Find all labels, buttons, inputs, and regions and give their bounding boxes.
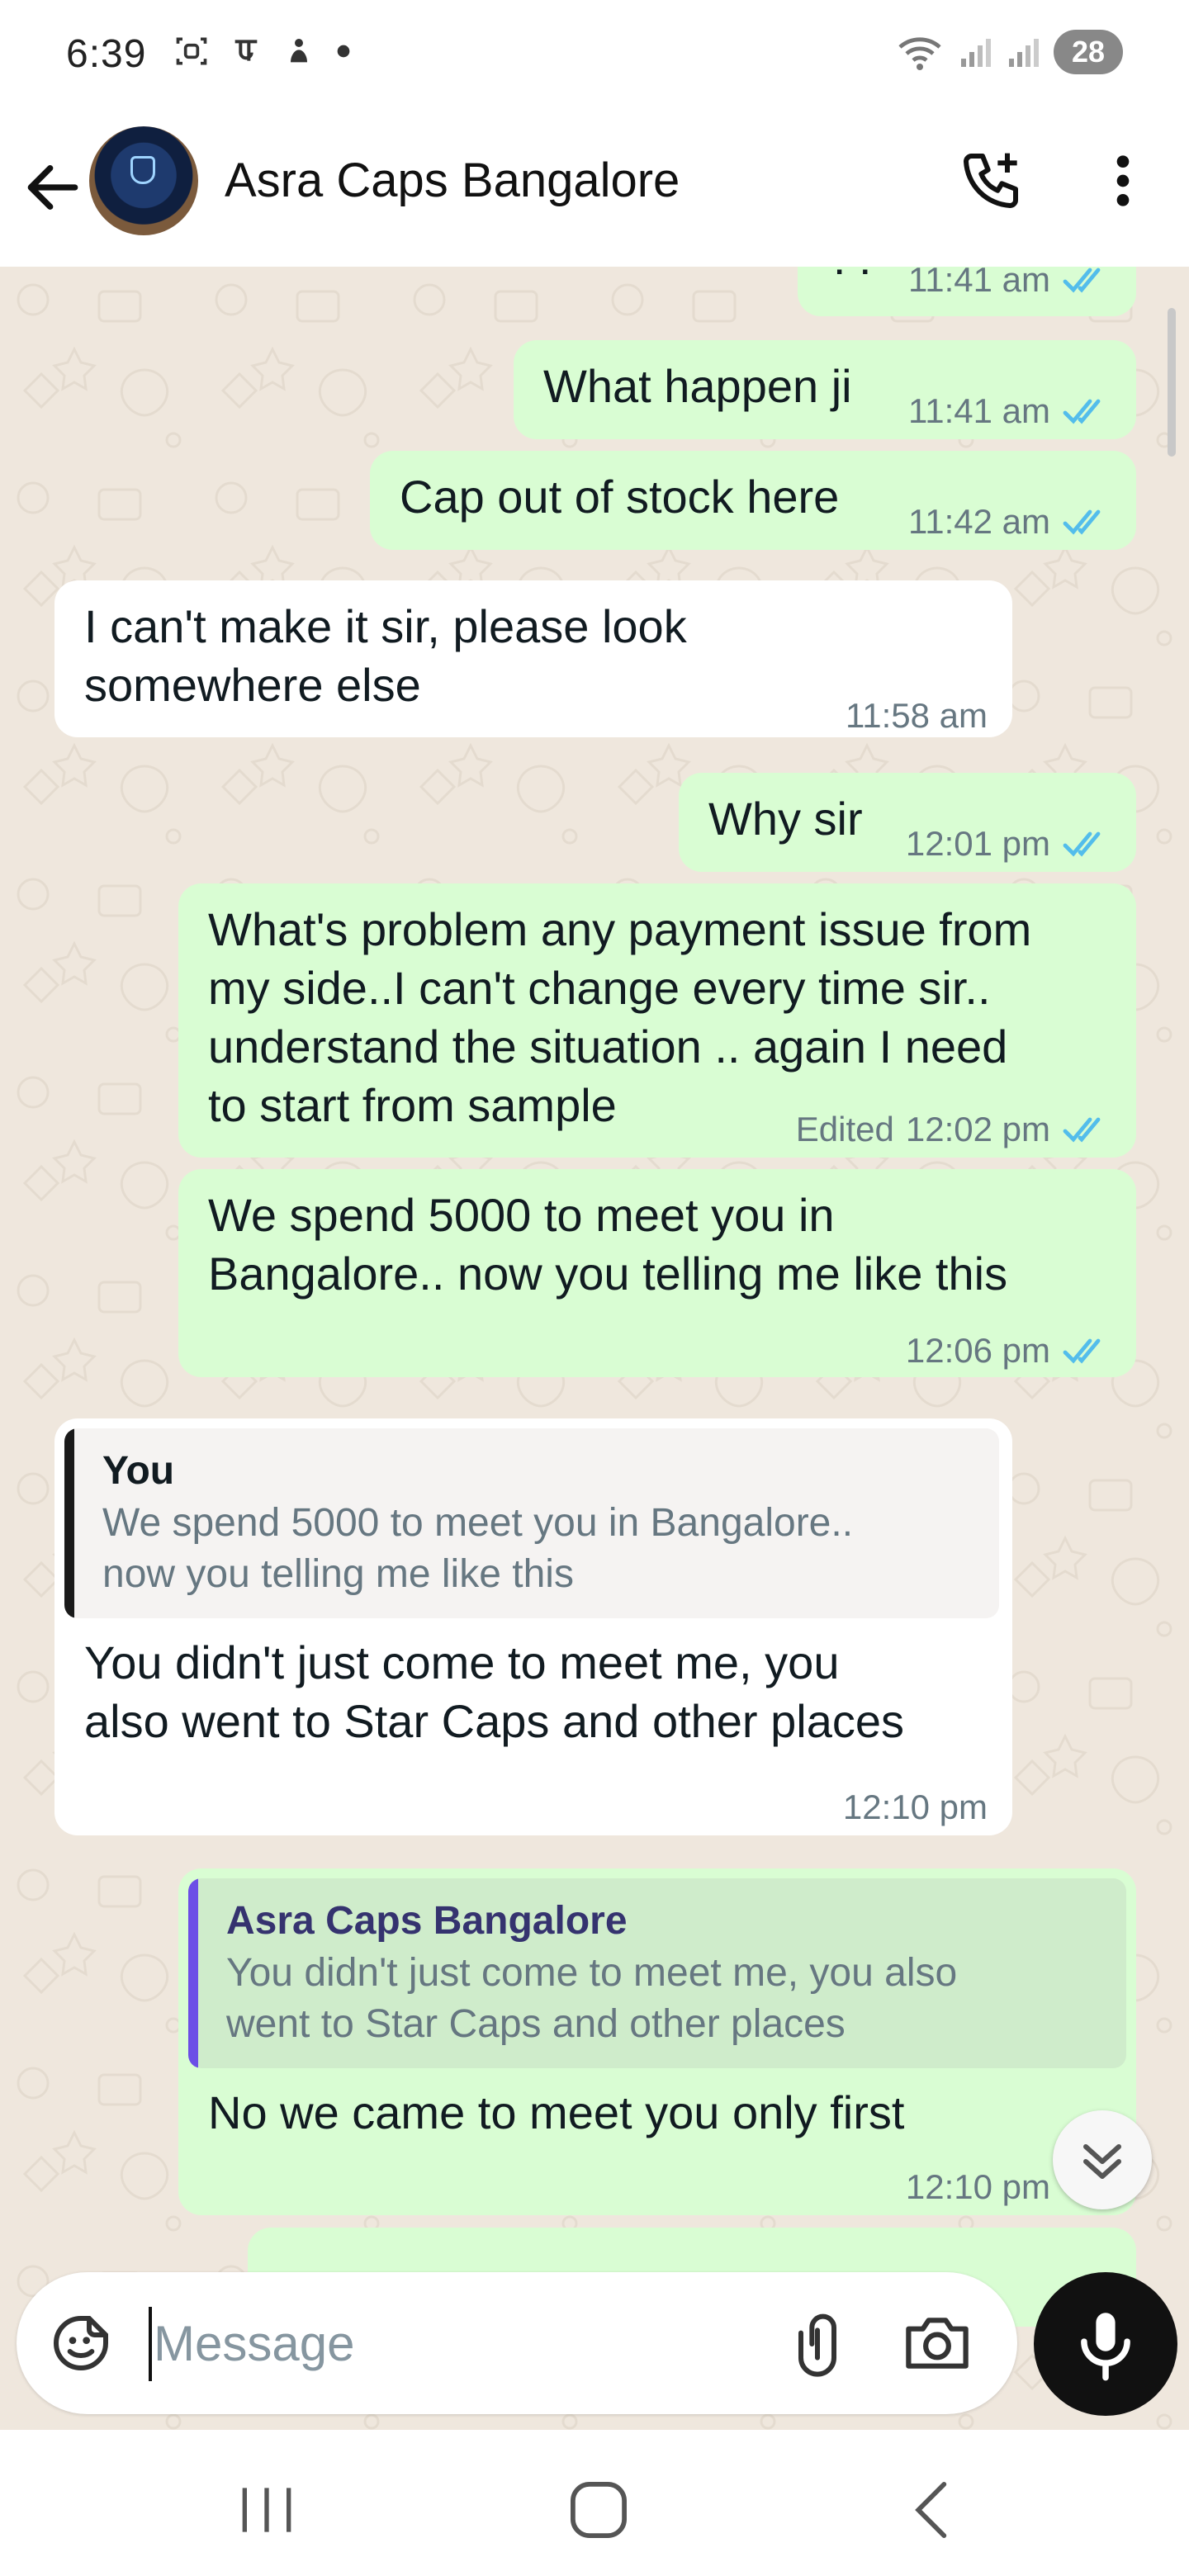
payment-app-icon [234, 40, 258, 61]
attach-icon[interactable] [784, 2307, 850, 2381]
read-ticks-icon [1063, 1338, 1101, 1364]
message-bubble-outgoing-reply[interactable]: Asra Caps Bangalore You didn't just come… [178, 1868, 1136, 2215]
chat-header: Asra Caps Bangalore [0, 111, 1189, 267]
status-system-icons: 28 [897, 30, 1123, 74]
message-time: 12:02 pm [905, 1110, 1050, 1148]
more-options-icon[interactable] [1098, 148, 1148, 214]
message-meta: 11:58 am [846, 686, 988, 745]
recent-apps-icon[interactable] [230, 2477, 304, 2543]
text-cursor [149, 2307, 152, 2381]
message-text: I can't make it sir, please look somewhe… [84, 600, 687, 711]
message-time: 12:01 pm [905, 824, 1050, 863]
back-arrow-icon[interactable] [20, 154, 86, 220]
message-time: 11:41 am [908, 391, 1050, 430]
message-meta: 12:10 pm [843, 1778, 988, 1836]
cap-logo-icon [130, 156, 155, 184]
quoted-message[interactable]: Asra Caps Bangalore You didn't just come… [188, 1878, 1126, 2068]
message-bubble-incoming[interactable]: I can't make it sir, please look somewhe… [54, 580, 1012, 737]
quote-author: Asra Caps Bangalore [226, 1899, 628, 1943]
chat-area[interactable]: ?? 11:41 am What happen ji 11:41 am Cap … [0, 267, 1189, 2430]
read-ticks-icon [1063, 1117, 1101, 1143]
message-time: 11:42 am [908, 502, 1050, 541]
message-text: What happen ji [543, 360, 852, 412]
signal-icon [960, 39, 991, 67]
signal-icon-2 [1008, 39, 1039, 67]
scrollbar[interactable] [1168, 308, 1176, 457]
read-ticks-icon [1063, 831, 1101, 857]
quoted-message[interactable]: You We spend 5000 to meet you in Bangalo… [64, 1428, 999, 1618]
contact-name[interactable]: Asra Caps Bangalore [225, 153, 680, 208]
edited-label: Edited [795, 1110, 894, 1148]
screenshot-icon [176, 37, 207, 65]
status-bar: 6:39 28 [0, 0, 1189, 111]
message-meta: 12:01 pm [906, 814, 1111, 873]
quote-author: You [102, 1449, 175, 1493]
message-meta: 11:42 am [908, 492, 1111, 551]
status-time: 6:39 [66, 32, 147, 76]
message-meta: 11:41 am [908, 381, 1111, 440]
message-time: 11:41 am [908, 267, 1050, 299]
avatar[interactable] [89, 126, 198, 235]
quote-bar [188, 1878, 198, 2068]
back-nav-icon[interactable] [896, 2477, 970, 2543]
message-bubble-outgoing[interactable]: We spend 5000 to meet you in Bangalore..… [178, 1169, 1136, 1377]
message-text: Why sir [708, 793, 863, 845]
read-ticks-icon [1063, 268, 1101, 293]
message-bubble-outgoing[interactable]: What's problem any payment issue from my… [178, 883, 1136, 1158]
message-input[interactable] [154, 2305, 732, 2381]
message-bubble-outgoing[interactable]: What happen ji 11:41 am [514, 340, 1136, 439]
quote-text: We spend 5000 to meet you in Bangalore..… [102, 1501, 854, 1596]
message-bubble-outgoing[interactable]: ?? 11:41 am [798, 267, 1136, 316]
message-bubble-outgoing[interactable]: Cap out of stock here 11:42 am [370, 451, 1136, 550]
message-time: 12:10 pm [842, 1788, 988, 1826]
double-chevron-down-icon [1083, 2144, 1121, 2179]
microphone-icon [1081, 2313, 1130, 2381]
status-notification-icons [173, 33, 352, 69]
camera-icon[interactable] [900, 2310, 974, 2376]
message-bubble-incoming-reply[interactable]: You We spend 5000 to meet you in Bangalo… [54, 1418, 1012, 1835]
message-bubble-outgoing[interactable]: Why sir 12:01 pm [679, 773, 1136, 872]
message-text: You didn't just come to meet me, you als… [84, 1636, 905, 1747]
message-time: 11:58 am [846, 696, 988, 735]
home-icon[interactable] [561, 2477, 636, 2543]
message-meta: 11:41 am [908, 267, 1111, 309]
message-meta: 12:06 pm [906, 1321, 1111, 1380]
message-composer [17, 2272, 1017, 2414]
message-time: 12:06 pm [905, 1331, 1050, 1370]
message-text: ?? [827, 267, 879, 287]
battery-indicator: 28 [1053, 30, 1123, 74]
scroll-to-bottom-button[interactable] [1053, 2110, 1152, 2209]
read-ticks-icon [1063, 399, 1101, 424]
message-text: No we came to meet you only first [208, 2086, 905, 2138]
message-time: 12:10 pm [905, 2167, 1050, 2206]
voice-message-button[interactable] [1034, 2272, 1177, 2416]
sticker-emoji-icon[interactable] [48, 2310, 114, 2376]
message-text: We spend 5000 to meet you in Bangalore..… [208, 1189, 1008, 1300]
quote-bar [64, 1428, 74, 1618]
notification-app-icon [291, 39, 307, 63]
message-text: Cap out of stock here [400, 471, 840, 523]
system-navigation-bar [0, 2436, 1189, 2576]
wifi-icon [898, 37, 941, 70]
dot-icon [337, 45, 350, 58]
quote-text: You didn't just come to meet me, you als… [226, 1951, 958, 2046]
message-meta: Edited 12:02 pm [796, 1100, 1111, 1158]
read-ticks-icon [1063, 509, 1101, 535]
add-call-icon[interactable] [958, 148, 1024, 214]
